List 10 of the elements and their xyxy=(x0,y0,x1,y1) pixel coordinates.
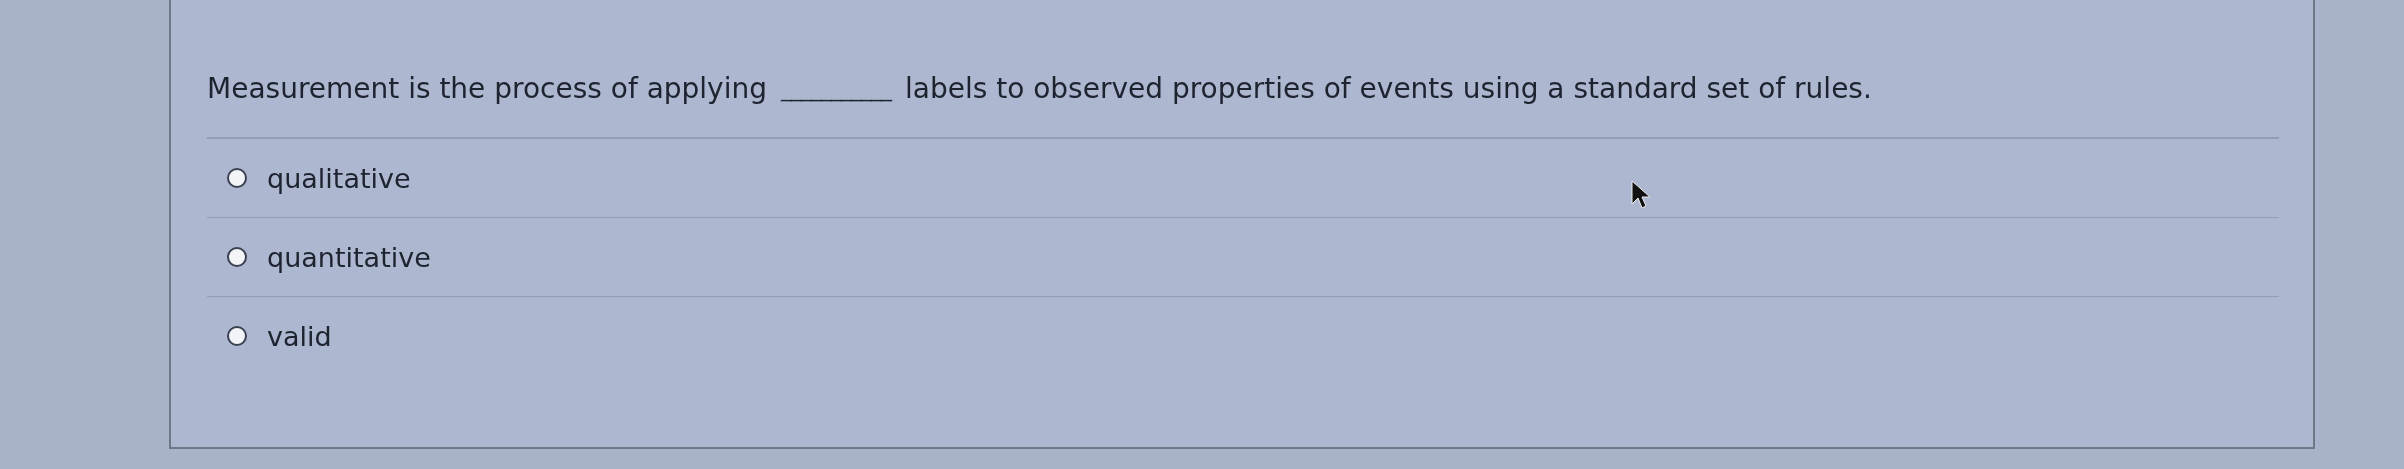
radio-button[interactable] xyxy=(227,247,247,267)
radio-button[interactable] xyxy=(227,326,247,346)
question-text: labels to observed properties of events using a standard set of rules. xyxy=(905,72,1872,105)
option-label[interactable]: quantitative xyxy=(267,241,431,273)
radio-button[interactable] xyxy=(227,168,247,188)
fill-in-line: ___________ xyxy=(781,76,891,101)
option-label[interactable]: valid xyxy=(267,320,332,352)
question-text: Measurement is the process of applying xyxy=(207,72,767,105)
option-label[interactable]: qualitative xyxy=(267,162,411,194)
cursor-icon xyxy=(1631,180,1651,210)
